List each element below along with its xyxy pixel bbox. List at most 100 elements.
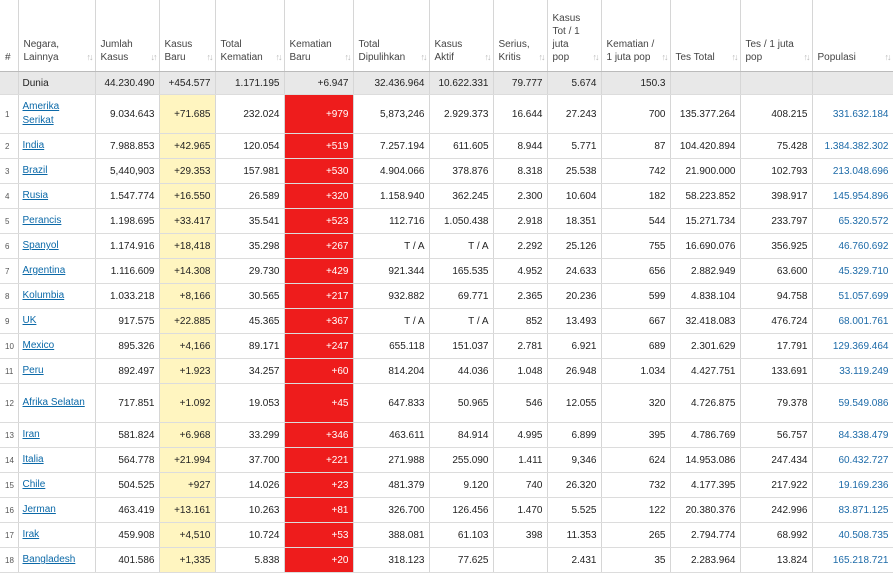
header-total-recovered[interactable]: Total Dipulihkan ↑↓ [353, 0, 430, 72]
header-label: Tes / 1 juta pop [745, 39, 794, 63]
country-link[interactable]: Argentina [23, 264, 66, 278]
cell-deaths-per-million: 667 [601, 308, 671, 334]
sort-arrows-icon[interactable]: ↑↓ [593, 51, 600, 64]
header-country[interactable]: Negara, Lainnya ↑↓ [18, 0, 96, 72]
country-link[interactable]: Spanyol [23, 239, 59, 253]
cell-deaths-per-million: 755 [601, 233, 671, 259]
country-name: Kolumbia [18, 283, 96, 309]
header-population[interactable]: Populasi ↑↓ [812, 0, 893, 72]
country-link[interactable]: Iran [23, 428, 40, 442]
country-link[interactable]: Bangladesh [23, 553, 76, 567]
country-link[interactable]: Perancis [23, 214, 62, 228]
cell-total-tests: 4.427.751 [670, 358, 741, 384]
country-link[interactable]: Amerika Serikat [23, 100, 91, 128]
cell-total-deaths: 19.053 [215, 383, 285, 423]
cell-total-recovered: 814.204 [353, 358, 430, 384]
header-deaths-per-million[interactable]: Kematian / 1 juta pop ↑↓ [601, 0, 671, 72]
cell-new-deaths: +247 [284, 333, 354, 359]
cell-total-deaths: 37.700 [215, 447, 285, 473]
sort-arrows-icon[interactable]: ↑↓ [345, 51, 352, 64]
country-link[interactable]: Afrika Selatan [23, 396, 85, 410]
cell-total-recovered: T / A [353, 308, 430, 334]
sort-arrows-icon[interactable]: ↑↓ [485, 51, 492, 64]
country-link[interactable]: Chile [23, 478, 46, 492]
header-total-deaths[interactable]: Total Kematian ↑↓ [215, 0, 285, 72]
country-link[interactable]: Jerman [23, 503, 56, 517]
cell-deaths-per-million: 87 [601, 133, 671, 159]
cell-active-cases: 9.120 [429, 472, 494, 498]
cell-total-recovered: 271.988 [353, 447, 430, 473]
country-name: Dunia [18, 71, 96, 95]
cell-active-cases: 165.535 [429, 258, 494, 284]
country-link[interactable]: Kolumbia [23, 289, 65, 303]
sort-arrows-icon[interactable]: ↑↓ [885, 51, 892, 64]
header-label: Total Kematian [220, 39, 263, 63]
cell-total-recovered: 647.833 [353, 383, 430, 423]
country-name: Mexico [18, 333, 96, 359]
sort-arrows-icon[interactable]: ↓↑ [151, 51, 158, 64]
cell-serious-critical: 8.944 [493, 133, 548, 159]
header-cases-per-million[interactable]: Kasus Tot / 1 juta pop ↑↓ [547, 0, 602, 72]
cell-total-recovered: 463.611 [353, 422, 430, 448]
header-total-cases[interactable]: Jumlah Kasus ↓↑ [95, 0, 160, 72]
cell-new-deaths: +523 [284, 208, 354, 234]
cell-new-cases: +14.308 [159, 258, 216, 284]
header-tests-per-million[interactable]: Tes / 1 juta pop ↑↓ [740, 0, 813, 72]
cell-new-deaths: +267 [284, 233, 354, 259]
cell-deaths-per-million: 599 [601, 283, 671, 309]
country-link[interactable]: Italia [23, 453, 44, 467]
cell-total-cases: 581.824 [95, 422, 160, 448]
cell-tests-per-million: 398.917 [740, 183, 813, 209]
cell-new-cases: +927 [159, 472, 216, 498]
header-label: Kasus Tot / 1 juta pop [552, 13, 581, 63]
sort-arrows-icon[interactable]: ↑↓ [207, 51, 214, 64]
sort-arrows-icon[interactable]: ↑↓ [87, 51, 94, 64]
country-link[interactable]: Brazil [23, 164, 48, 178]
header-label: Total Dipulihkan [358, 39, 406, 63]
header-index[interactable]: # [0, 0, 19, 72]
cell-total-tests: 135.377.264 [670, 94, 741, 134]
country-link[interactable]: Peru [23, 364, 44, 378]
sort-arrows-icon[interactable]: ↑↓ [732, 51, 739, 64]
country-name: Chile [18, 472, 96, 498]
sort-arrows-icon[interactable]: ↑↓ [804, 51, 811, 64]
cell-new-deaths: +530 [284, 158, 354, 184]
cell-population: 84.338.479 [812, 422, 893, 448]
header-new-deaths[interactable]: Kematian Baru ↑↓ [284, 0, 354, 72]
cell-total-deaths: 120.054 [215, 133, 285, 159]
cell-tests-per-million: 408.215 [740, 94, 813, 134]
cell-total-deaths: 35.298 [215, 233, 285, 259]
cell-total-tests: 14.953.086 [670, 447, 741, 473]
cell-total-cases: 463.419 [95, 497, 160, 523]
country-name: Spanyol [18, 233, 96, 259]
cell-total-tests: 32.418.083 [670, 308, 741, 334]
sort-arrows-icon[interactable]: ↑↓ [276, 51, 283, 64]
country-name: UK [18, 308, 96, 334]
cell-cases-per-million: 18.351 [547, 208, 602, 234]
table-row: 13 Iran 581.824 +6.968 33.299 +346 463.611 84.9… [0, 422, 893, 448]
country-link[interactable]: Rusia [23, 189, 49, 203]
cell-new-deaths: +320 [284, 183, 354, 209]
cell-active-cases: 378.876 [429, 158, 494, 184]
country-link[interactable]: India [23, 139, 45, 153]
table-row: 10 Mexico 895.326 +4,166 89.171 +247 655.118 15… [0, 333, 893, 359]
country-name: Iran [18, 422, 96, 448]
country-link[interactable]: Mexico [23, 339, 55, 353]
cell-new-cases: +13.161 [159, 497, 216, 523]
header-total-tests[interactable]: Tes Total ↑↓ [670, 0, 741, 72]
sort-arrows-icon[interactable]: ↑↓ [662, 51, 669, 64]
cell-total-cases: 717.851 [95, 383, 160, 423]
country-link[interactable]: UK [23, 314, 37, 328]
sort-arrows-icon[interactable]: ↑↓ [421, 51, 428, 64]
header-active-cases[interactable]: Kasus Aktif ↑↓ [429, 0, 494, 72]
header-new-cases[interactable]: Kasus Baru ↑↓ [159, 0, 216, 72]
header-serious-critical[interactable]: Serius, Kritis ↑↓ [493, 0, 548, 72]
cell-total-deaths: 89.171 [215, 333, 285, 359]
cell-active-cases: 44.036 [429, 358, 494, 384]
country-link[interactable]: Irak [23, 528, 40, 542]
country-name: Argentina [18, 258, 96, 284]
cell-serious-critical: 8.318 [493, 158, 548, 184]
sort-arrows-icon[interactable]: ↑↓ [539, 51, 546, 64]
cell-tests-per-million: 56.757 [740, 422, 813, 448]
header-label: Kasus Baru [164, 39, 193, 63]
